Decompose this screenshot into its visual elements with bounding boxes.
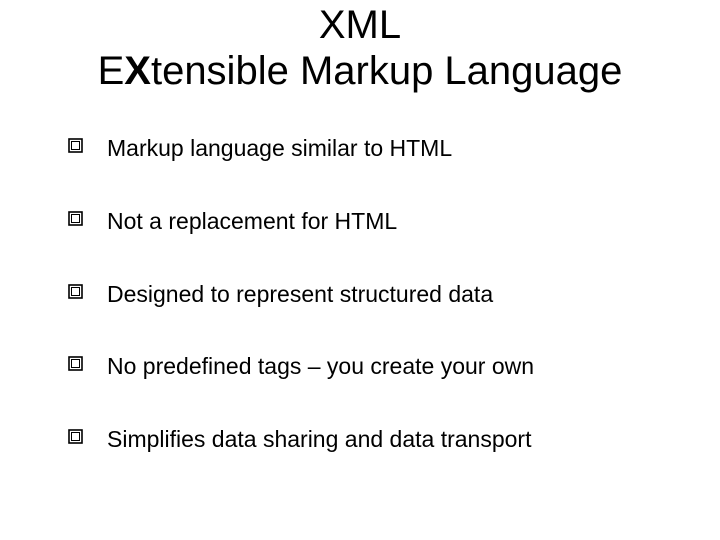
title-line-2-prefix: E: [98, 49, 125, 93]
bullet-text: No predefined tags – you create your own: [107, 352, 534, 381]
square-bullet-icon: [68, 429, 83, 444]
slide-title: XML EXtensible Markup Language: [40, 0, 680, 94]
list-item: Simplifies data sharing and data transpo…: [68, 425, 660, 454]
list-item: Designed to represent structured data: [68, 280, 660, 309]
bullet-text: Markup language similar to HTML: [107, 134, 452, 163]
bullet-list: Markup language similar to HTML Not a re…: [40, 134, 680, 454]
square-bullet-icon: [68, 356, 83, 371]
square-bullet-icon: [68, 284, 83, 299]
title-line-2-bold: X: [124, 49, 151, 93]
list-item: Markup language similar to HTML: [68, 134, 660, 163]
bullet-text: Not a replacement for HTML: [107, 207, 397, 236]
list-item: No predefined tags – you create your own: [68, 352, 660, 381]
slide: XML EXtensible Markup Language Markup la…: [0, 0, 720, 540]
title-line-2-rest: tensible Markup Language: [151, 49, 622, 93]
bullet-text: Simplifies data sharing and data transpo…: [107, 425, 531, 454]
list-item: Not a replacement for HTML: [68, 207, 660, 236]
title-line-1: XML: [40, 2, 680, 48]
title-line-1-text: XML: [319, 3, 401, 47]
square-bullet-icon: [68, 211, 83, 226]
bullet-text: Designed to represent structured data: [107, 280, 493, 309]
title-line-2: EXtensible Markup Language: [40, 48, 680, 94]
square-bullet-icon: [68, 138, 83, 153]
